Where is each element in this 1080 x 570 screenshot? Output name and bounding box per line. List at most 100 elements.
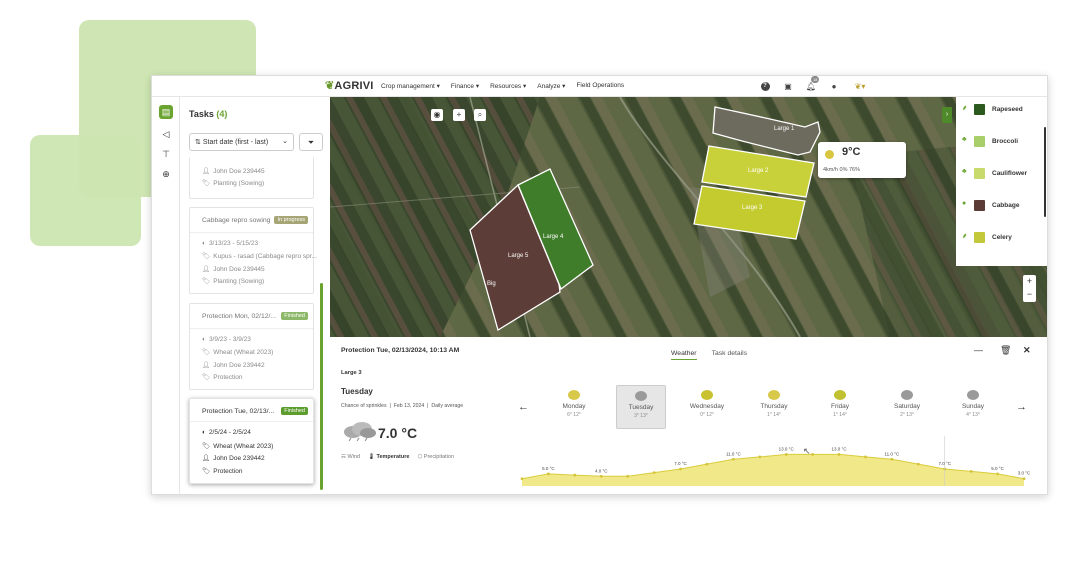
legend-item-celery[interactable]: ⸙ Celery — [962, 230, 1047, 246]
temperature-point — [784, 453, 788, 456]
bell-icon[interactable]: 🔔︎ 18 — [805, 76, 820, 92]
scan-icon[interactable]: ⊤ — [159, 147, 173, 161]
prev-arrow-icon[interactable]: ← — [518, 401, 529, 413]
zoom-control: + − — [1023, 275, 1036, 302]
temperature-label: 7.0 °C — [938, 461, 951, 466]
legend-item-rapeseed[interactable]: ⸙ Rapeseed — [962, 102, 1047, 118]
field-label-large-5: Large 5 — [508, 253, 529, 259]
chat-icon[interactable]: ● — [828, 80, 840, 92]
weather-tooltip[interactable]: 9°C 4km/h 0% 76% — [818, 142, 906, 178]
day-card-tuesday[interactable]: Tuesday 3° 13° — [616, 385, 666, 429]
tag-icon: 🏷︎ — [202, 349, 211, 356]
legend-swatch — [974, 104, 985, 115]
user-icon[interactable]: ❦▾ — [851, 80, 869, 92]
temperature-point — [652, 471, 656, 475]
day-card-wednesday[interactable]: Wednesday 0° 12° — [682, 385, 732, 429]
menu-analyze[interactable]: Analyze ▾ — [537, 82, 565, 90]
temperature-label: 7.0 °C — [674, 461, 687, 466]
weather-panel-title: Protection Tue, 02/13/2024, 10:13 AM — [341, 347, 460, 354]
temperature-point — [996, 472, 999, 476]
temperature-label: 13.0 °C — [832, 446, 848, 451]
next-arrow-icon[interactable]: → — [1016, 401, 1027, 413]
task-dates: ◐ 3/13/23 - 5/15/23 — [202, 240, 259, 247]
temperature-point — [864, 455, 867, 459]
delete-icon[interactable]: 🗑︎ — [1000, 345, 1011, 356]
tag-icon: 🏷︎ — [202, 468, 211, 475]
task-title: Cabbage repro sowing — [202, 217, 271, 224]
menu-finance[interactable]: Finance ▾ — [451, 82, 479, 90]
legend-item-cabbage[interactable]: ● Cabbage — [962, 198, 1047, 214]
megaphone-icon[interactable]: ◁ — [159, 127, 173, 141]
minimize-icon[interactable]: — — [974, 345, 983, 355]
menu-field-operations[interactable]: Field Operations — [576, 82, 624, 90]
temperature-point — [731, 457, 735, 461]
temperature-point — [573, 473, 577, 477]
day-card-sunday[interactable]: Sunday 4° 13° — [948, 385, 998, 429]
help-icon[interactable]: ? — [759, 80, 771, 92]
filter-button[interactable]: ⏷ — [299, 133, 323, 151]
tab-task-details[interactable]: Task details — [712, 350, 748, 360]
tag-icon: 🏷︎ — [202, 180, 211, 187]
date-icon: ◐ — [202, 429, 206, 436]
day-card-friday[interactable]: Friday 1° 14° — [815, 385, 865, 429]
zoom-search-icon[interactable]: ⊕ — [159, 167, 173, 181]
task-card[interactable]: 👤︎ John Doe 239445 🏷︎ Planting (Sowing) — [189, 157, 314, 199]
task-type: 🏷︎ Planting (Sowing) — [202, 180, 265, 187]
task-card[interactable]: Protection Mon, 02/12/... Finished ◐ 3/9/… — [189, 303, 314, 390]
zoom-out-button[interactable]: − — [1023, 288, 1036, 301]
clipboard-icon[interactable]: ▤ — [159, 105, 173, 119]
task-type: 🏷︎ Planting (Sowing) — [202, 278, 265, 285]
cloud-icon — [967, 390, 979, 400]
left-rail: ▤ ◁ ⊤ ⊕ ◫ — [152, 97, 180, 494]
temperature-point — [679, 467, 682, 471]
person-icon: 👤︎ — [202, 362, 211, 369]
crop-icon: ● — [962, 200, 967, 207]
tasks-title: Tasks (4) — [189, 109, 228, 119]
legend-scrollbar[interactable] — [1044, 127, 1046, 217]
menu-crop-management[interactable]: Crop management ▾ — [381, 82, 440, 90]
weather-tabs: Weather Task details — [671, 350, 747, 360]
task-assignee: 👤︎ John Doe 239442 — [202, 362, 265, 369]
task-card[interactable]: Cabbage repro sowing In progress ◐ 3/13/2… — [189, 207, 317, 294]
day-card-monday[interactable]: Monday 6° 12° — [549, 385, 599, 429]
decor-square-small — [30, 135, 141, 246]
temperature-chart: 5.0 °C 4.0 °C 7.0 °C 11.0 °C 13.0 °C 13.0 °C 1… — [520, 436, 1031, 486]
map-view[interactable]: Large 1 Large 2 Large 3 Large 4 Large 5 … — [330, 97, 1047, 337]
field-label-large-1: Large 1 — [774, 126, 795, 132]
cloud-icon — [901, 390, 913, 400]
status-badge: Finished — [281, 312, 308, 320]
cloud-rain-icon — [635, 391, 647, 401]
task-card-selected[interactable]: Protection Tue, 02/13/... Finished ◐ 2/5/… — [189, 398, 314, 484]
legend-toggle-arrow[interactable]: › — [942, 107, 952, 123]
sort-icon: ⇅ — [195, 139, 201, 146]
temperature-point — [1022, 477, 1026, 481]
tag-icon: 🏷︎ — [202, 253, 211, 260]
satellite-map: Large 1 Large 2 Large 3 Large 4 Large 5 … — [330, 97, 1047, 337]
menu-resources[interactable]: Resources ▾ — [490, 82, 526, 90]
task-crop: 🏷︎ Wheat (Wheat 2023) — [202, 443, 274, 450]
sun-icon — [834, 390, 846, 400]
logo[interactable]: ❦AGRIVI — [325, 79, 374, 92]
sun-icon — [825, 150, 834, 159]
day-card-saturday[interactable]: Saturday 2° 13° — [882, 385, 932, 429]
sort-select[interactable]: ⇅ Start date (first - last) ⌄ — [189, 133, 294, 151]
temperature-point — [547, 472, 550, 476]
calendar-icon[interactable]: ▣ — [782, 80, 794, 92]
legend-item-broccoli[interactable]: ♣ Broccoli — [962, 134, 1047, 150]
tasks-scrollbar[interactable] — [320, 283, 323, 490]
add-icon[interactable]: + — [453, 109, 465, 121]
day-card-thursday[interactable]: Thursday 1° 14° — [749, 385, 799, 429]
zoom-in-button[interactable]: + — [1023, 275, 1036, 288]
weather-meta: Chance of sprinkles | Feb 13, 2024 | Dai… — [341, 403, 464, 409]
tab-weather[interactable]: Weather — [671, 350, 697, 360]
selected-day: Tuesday — [341, 387, 373, 396]
task-dates: ◐ 3/9/23 - 3/9/23 — [202, 336, 251, 343]
search-icon[interactable]: ⌕ — [474, 109, 486, 121]
legend-item-cauliflower[interactable]: ♣ Cauliflower — [962, 166, 1047, 182]
person-icon: 👤︎ — [202, 266, 211, 273]
layers-icon[interactable]: ◉ — [431, 109, 443, 121]
temperature-point — [811, 453, 815, 456]
temperature-point — [969, 470, 973, 473]
logo-text: AGRIVI — [334, 80, 374, 92]
close-icon[interactable]: ✕ — [1023, 345, 1031, 356]
